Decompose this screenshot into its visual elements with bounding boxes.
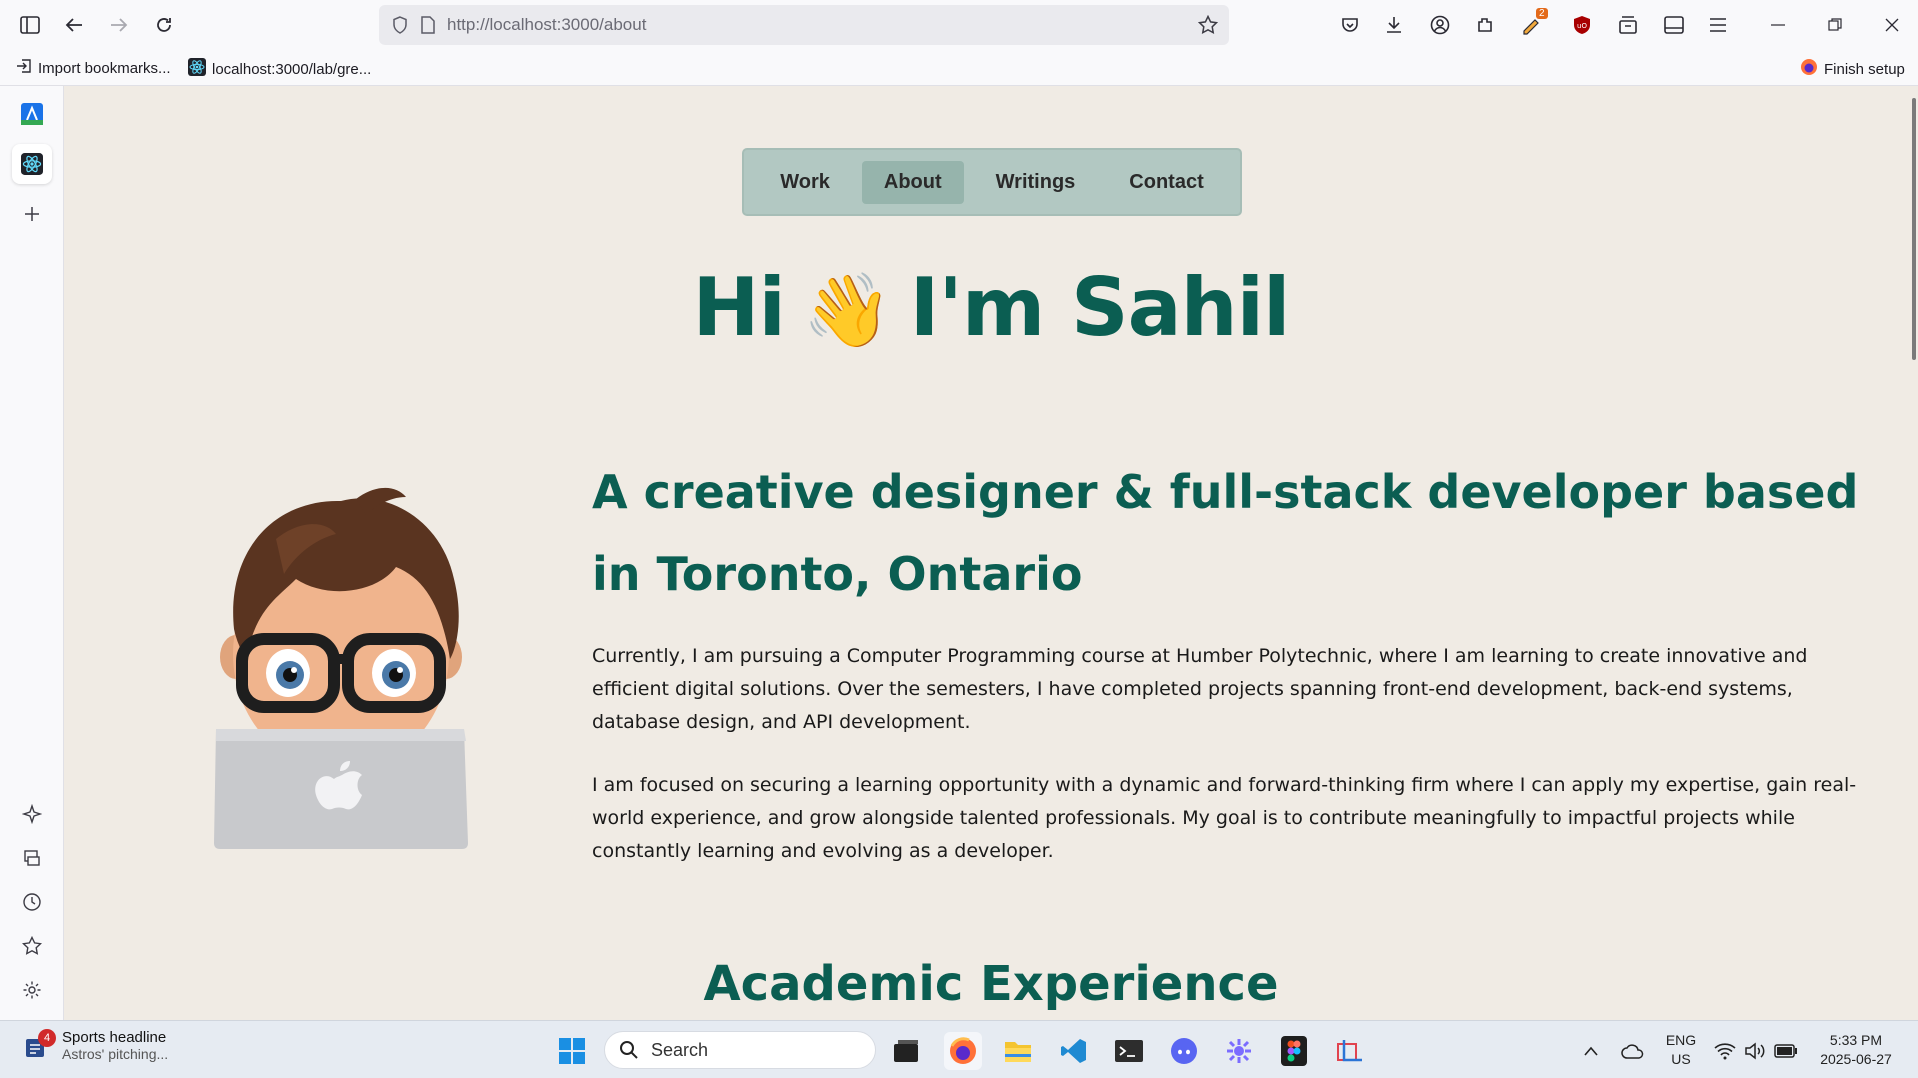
app-gear-icon[interactable] [1220,1032,1258,1070]
hero-name: I'm Sahil [909,261,1291,354]
terminal-icon[interactable] [1110,1032,1148,1070]
bookmark-import[interactable]: Import bookmarks... [16,58,171,78]
battery-icon[interactable] [1770,1032,1802,1070]
hero-greeting: Hi [692,261,786,354]
main-nav: Work About Writings Contact [742,148,1242,216]
windows-taskbar: 4 Sports headline Astros' pitching... Se… [0,1020,1918,1078]
nav-about[interactable]: About [861,160,964,204]
nav-writings[interactable]: Writings [974,161,1098,204]
firefox-icon [1800,58,1818,80]
windows-start-icon[interactable] [553,1032,591,1070]
reload-icon[interactable] [148,10,180,40]
page-icon [417,14,439,36]
discord-icon[interactable] [1165,1032,1203,1070]
bookmarks-star-icon[interactable] [12,926,52,966]
shield-icon[interactable] [389,14,411,36]
page-content: Work About Writings Contact Hi 👋 I'm Sahil [64,86,1918,1020]
account-icon[interactable] [1424,10,1456,40]
nav-work[interactable]: Work [758,161,852,204]
search-placeholder: Search [651,1039,709,1060]
close-icon[interactable] [1876,10,1908,40]
svg-text:uO: uO [1577,22,1587,30]
bookmark-label: localhost:3000/lab/gre... [212,60,372,78]
news-badge: 4 [38,1028,56,1047]
sidebar-toggle-icon[interactable] [14,10,46,40]
minimize-icon[interactable] [1762,10,1794,40]
clock-time: 5:33 PM [1829,1032,1883,1048]
finish-setup-label: Finish setup [1824,60,1905,78]
pocket-icon[interactable] [1334,10,1366,40]
container-icon[interactable] [1612,10,1644,40]
browser-toolbar: http://localhost:3000/about 2 uO [0,0,1918,50]
extension-notes-icon[interactable]: 2 [1516,8,1548,40]
react-favicon-icon [188,58,206,80]
settings-gear-icon[interactable] [12,970,52,1010]
about-tagline: A creative designer & full-stack develop… [592,465,1859,601]
extensions-icon[interactable] [1469,10,1501,40]
browser-sidebar [0,86,64,1020]
taskbar-search[interactable]: Search [604,1031,876,1069]
vscode-icon[interactable] [1055,1032,1093,1070]
ai-sparkle-icon[interactable] [12,794,52,834]
bookmark-star-icon[interactable] [1197,14,1219,36]
nav-contact[interactable]: Contact [1107,161,1225,204]
import-icon [16,58,32,78]
waving-hand-icon: 👋 [802,268,893,352]
onedrive-cloud-icon[interactable] [1616,1032,1650,1070]
language-indicator[interactable]: ENG US [1664,1031,1698,1069]
bookmarks-bar: Import bookmarks... localhost:3000/lab/g… [0,50,1918,86]
firefox-taskbar-icon[interactable] [944,1032,982,1070]
hero-heading: Hi 👋 I'm Sahil [64,261,1918,354]
news-subtitle: Astros' pitching... [62,1046,169,1062]
url-text[interactable]: http://localhost:3000/about [447,15,1197,35]
back-icon[interactable] [58,10,90,40]
news-widget-icon: 4 [22,1028,56,1061]
file-explorer-icon[interactable] [999,1032,1037,1070]
language-bottom: US [1671,1051,1691,1067]
forward-icon[interactable] [103,10,135,40]
page-scrollbar[interactable] [1912,98,1916,360]
academic-experience-heading: Academic Experience [703,956,1279,1012]
sidebar-add-icon[interactable] [12,194,52,234]
sidebar-app-icon[interactable] [12,94,52,134]
history-icon[interactable] [12,882,52,922]
synced-tabs-icon[interactable] [12,838,52,878]
menu-icon[interactable] [1702,10,1734,40]
avatar-illustration [214,487,468,849]
wifi-icon[interactable] [1710,1032,1740,1070]
extension-badge: 2 [1536,8,1548,19]
bookmark-localhost-lab[interactable]: localhost:3000/lab/gre... [188,58,371,80]
task-view-icon[interactable] [887,1032,925,1070]
tray-chevron-up-icon[interactable] [1574,1032,1608,1070]
about-paragraph-2: I am focused on securing a learning oppo… [592,774,1857,862]
sidebar-panel-icon[interactable] [1658,10,1690,40]
volume-icon[interactable] [1740,1032,1770,1070]
news-widget[interactable]: 4 Sports headline Astros' pitching... [22,1028,169,1062]
bookmark-label: Import bookmarks... [38,59,171,77]
clock[interactable]: 5:33 PM 2025-06-27 [1812,1031,1900,1069]
language-top: ENG [1665,1032,1697,1048]
news-title: Sports headline [62,1029,167,1046]
restore-icon[interactable] [1819,10,1851,40]
finish-setup-button[interactable]: Finish setup [1800,58,1905,80]
search-icon [620,1041,638,1059]
sidebar-react-tab-icon[interactable] [12,144,52,184]
url-bar[interactable]: http://localhost:3000/about [379,5,1229,45]
snipping-tool-icon[interactable] [1330,1032,1368,1070]
downloads-icon[interactable] [1378,10,1410,40]
ublock-icon[interactable]: uO [1566,10,1598,40]
about-paragraph-1: Currently, I am pursuing a Computer Prog… [592,645,1808,733]
clock-date: 2025-06-27 [1820,1051,1892,1067]
figma-icon[interactable] [1275,1032,1313,1070]
